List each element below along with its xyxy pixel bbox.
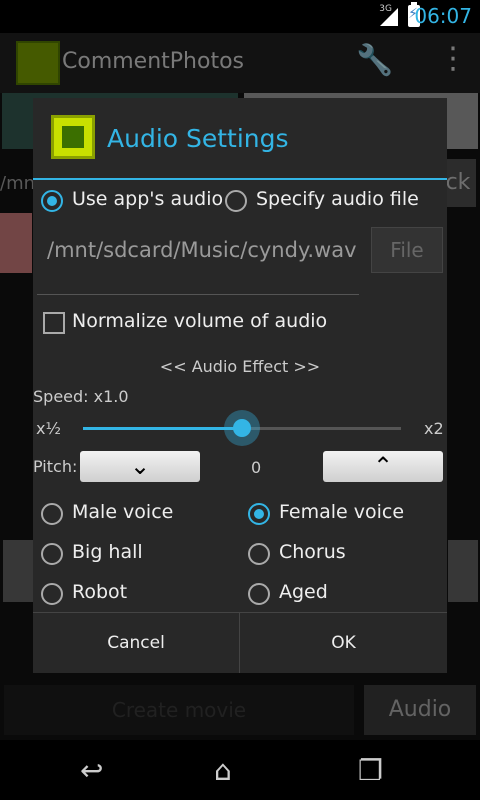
speed-slider-fill (83, 427, 242, 430)
normalize-label[interactable]: Normalize volume of audio (72, 310, 327, 332)
aged-radio[interactable] (248, 583, 270, 605)
path-field-underline (37, 294, 359, 295)
pitch-value: 0 (251, 458, 262, 477)
dialog-title: Audio Settings (107, 124, 289, 153)
cancel-button[interactable]: Cancel (33, 613, 239, 673)
dialog-header: Audio Settings (33, 98, 447, 178)
speed-slider[interactable] (83, 410, 401, 446)
specify-audio-file-label[interactable]: Specify audio file (256, 188, 419, 210)
chorus-label[interactable]: Chorus (279, 541, 346, 563)
big-hall-radio[interactable] (41, 543, 63, 565)
speed-min-label: x½ (36, 419, 61, 438)
signal-icon (380, 8, 398, 26)
chorus-radio[interactable] (248, 543, 270, 565)
clock: 06:07 (414, 4, 472, 28)
robot-radio[interactable] (41, 583, 63, 605)
aged-label[interactable]: Aged (279, 581, 328, 603)
audio-file-path: /mnt/sdcard/Music/cyndy.wav (47, 238, 357, 262)
app-logo-icon (51, 115, 95, 159)
speed-label: Speed: x1.0 (33, 387, 129, 406)
ok-button[interactable]: OK (240, 613, 447, 673)
status-bar: 3G ⚡ 06:07 (0, 0, 480, 33)
chevron-down-icon: ⌄ (129, 452, 151, 480)
female-voice-label[interactable]: Female voice (279, 501, 404, 523)
audio-settings-dialog: Audio Settings Use app's audio Specify a… (33, 98, 447, 673)
audio-effect-heading: << Audio Effect >> (159, 357, 321, 376)
use-app-audio-radio[interactable] (41, 190, 63, 212)
pitch-label: Pitch: (33, 457, 78, 476)
pitch-up-button[interactable]: ⌃ (323, 451, 443, 482)
female-voice-radio[interactable] (248, 503, 270, 525)
navigation-bar: ↩ ⌂ ❐ (0, 740, 480, 800)
normalize-checkbox[interactable] (43, 312, 65, 334)
chevron-up-icon: ⌃ (372, 452, 394, 480)
specify-audio-file-radio[interactable] (225, 190, 247, 212)
back-icon[interactable]: ↩ (80, 754, 103, 787)
pitch-down-button[interactable]: ⌄ (80, 451, 200, 482)
male-voice-radio[interactable] (41, 503, 63, 525)
speed-slider-thumb[interactable] (224, 410, 260, 446)
male-voice-label[interactable]: Male voice (72, 501, 173, 523)
speed-max-label: x2 (424, 419, 444, 438)
recent-apps-icon[interactable]: ❐ (358, 754, 383, 787)
file-button[interactable]: File (371, 227, 443, 273)
title-divider (33, 178, 447, 180)
home-icon[interactable]: ⌂ (214, 754, 232, 787)
use-app-audio-label[interactable]: Use app's audio (72, 188, 223, 210)
big-hall-label[interactable]: Big hall (72, 541, 143, 563)
robot-label[interactable]: Robot (72, 581, 127, 603)
